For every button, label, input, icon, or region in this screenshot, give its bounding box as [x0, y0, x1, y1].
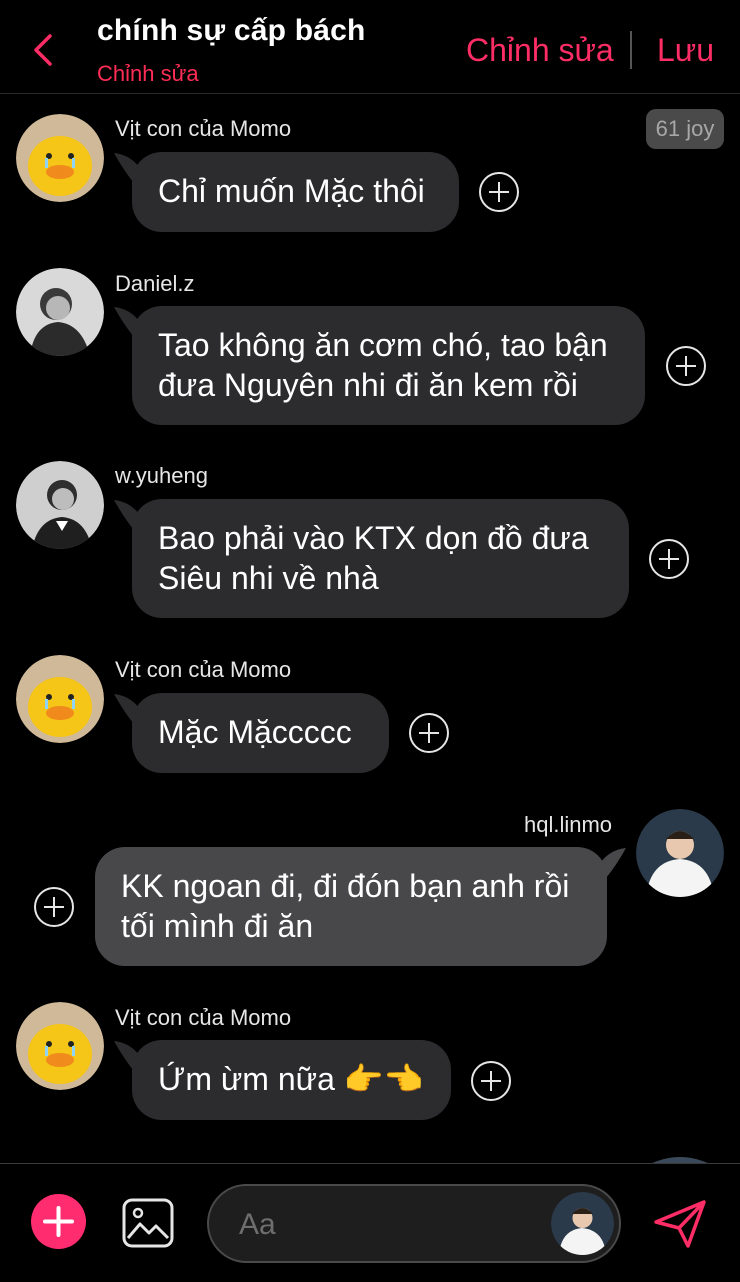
plus-icon [43, 1206, 74, 1237]
edit-button[interactable]: Chỉnh sửa [466, 32, 614, 69]
message-bubble[interactable]: Tao không ăn cơm chó, tao bận đưa Nguyên… [132, 306, 645, 425]
message-bubble[interactable]: KK ngoan đi, đi đón bạn anh rồi tối mình… [95, 847, 607, 966]
header-divider [630, 31, 632, 69]
score-badge: 61 joy [646, 109, 724, 149]
message-input[interactable]: Aa [207, 1184, 621, 1263]
sender-name: Vịt con của Momo [115, 1005, 292, 1030]
sender-name: Vịt con của Momo [115, 116, 292, 141]
sender-name: Daniel.z [115, 271, 195, 296]
add-reaction-icon[interactable] [665, 345, 707, 387]
add-reaction-icon[interactable] [470, 1060, 512, 1102]
person-avatar[interactable] [16, 268, 104, 356]
message-bubble[interactable]: Mặc Mặccccc [132, 693, 389, 773]
input-placeholder: Aa [239, 1208, 276, 1241]
person-avatar[interactable] [551, 1192, 614, 1255]
duck-avatar[interactable] [16, 655, 104, 743]
add-reaction-icon[interactable] [33, 886, 75, 928]
person-avatar[interactable] [16, 461, 104, 549]
duck-avatar[interactable] [16, 1002, 104, 1090]
chat-title: chính sự cấp bách [97, 14, 366, 47]
send-icon[interactable] [652, 1198, 708, 1250]
message-bubble[interactable]: Ứm ừm nữa 👉👈 [132, 1040, 451, 1120]
add-reaction-icon[interactable] [408, 712, 450, 754]
duck-avatar[interactable] [16, 114, 104, 202]
add-button[interactable] [31, 1194, 86, 1249]
sender-name: hql.linmo [524, 812, 613, 837]
sender-name: Vịt con của Momo [115, 657, 292, 682]
save-button[interactable]: Lưu [657, 32, 714, 69]
chat-header: chính sự cấp bách Chỉnh sửa Chỉnh sửa Lư… [0, 0, 740, 94]
add-reaction-icon[interactable] [648, 538, 690, 580]
chat-subtitle[interactable]: Chỉnh sửa [97, 61, 199, 87]
message-bubble[interactable]: Bao phải vào KTX dọn đồ đưa Siêu nhi về … [132, 499, 629, 618]
image-icon[interactable] [122, 1198, 174, 1248]
add-reaction-icon[interactable] [478, 171, 520, 213]
sender-name: w.yuheng [115, 463, 208, 488]
person-avatar[interactable] [636, 809, 724, 897]
back-chevron-icon[interactable] [28, 30, 58, 70]
message-bubble[interactable]: Chỉ muốn Mặc thôi [132, 152, 459, 232]
composer-bar: Aa [0, 1163, 740, 1282]
